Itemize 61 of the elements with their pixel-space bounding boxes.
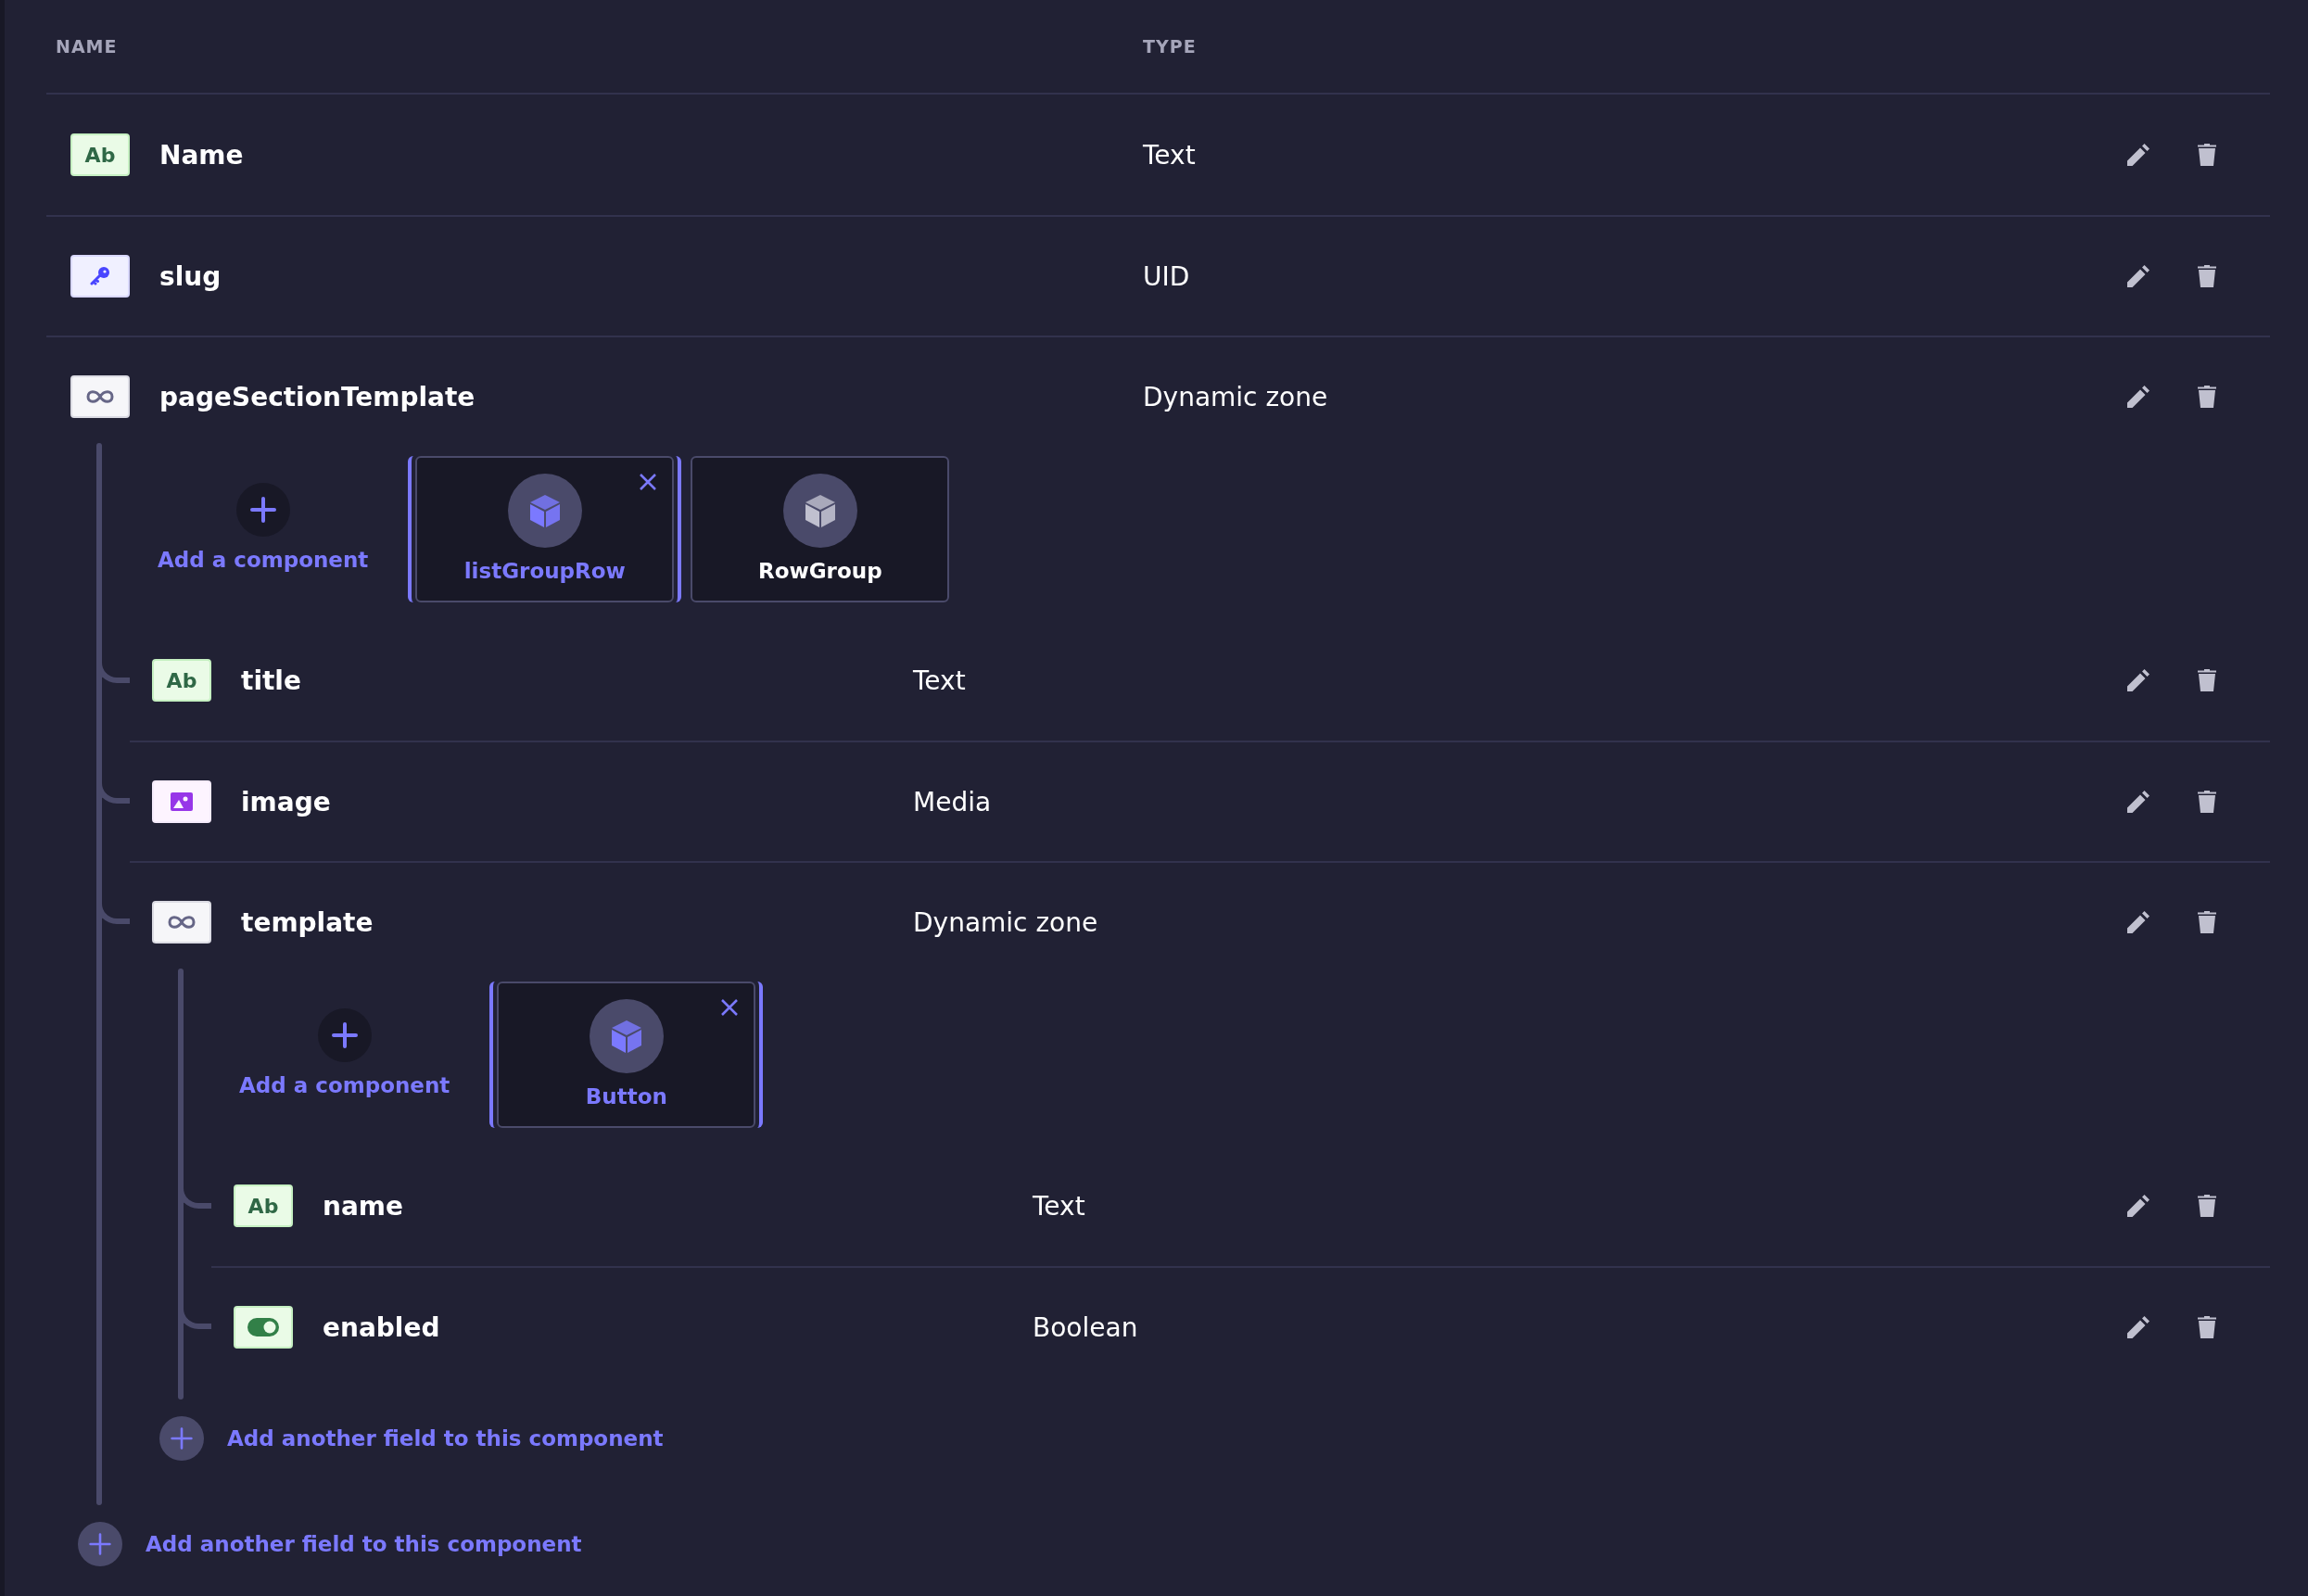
plus-icon	[170, 1426, 194, 1450]
trash-icon	[2198, 911, 2216, 933]
trash-icon	[2198, 386, 2216, 408]
close-icon[interactable]	[720, 998, 740, 1017]
column-header: NAME	[56, 36, 119, 57]
field-type: UID	[1143, 260, 1191, 292]
pencil-icon	[2127, 791, 2149, 813]
add-component-button[interactable]: Add a component	[239, 982, 450, 1097]
add-component-button[interactable]: Add a component	[158, 456, 369, 572]
edit-button[interactable]	[2125, 789, 2151, 815]
type-badge: Ab	[70, 133, 130, 176]
pencil-icon	[2127, 669, 2149, 691]
trash-icon	[2198, 669, 2216, 691]
edit-button[interactable]	[2125, 384, 2151, 410]
field-type: Text	[1143, 139, 1197, 171]
add-field-button[interactable]: Add another field to this component	[78, 1522, 582, 1566]
plus-icon	[88, 1532, 112, 1556]
field-type: Dynamic zone	[1143, 381, 1329, 412]
field-type: Media	[913, 786, 993, 817]
close-icon[interactable]	[639, 473, 658, 491]
field-name: pageSectionTemplate	[159, 381, 476, 412]
component-card[interactable]: listGroupRow	[415, 456, 675, 602]
plus-icon	[248, 496, 277, 524]
field-name: slug	[159, 260, 222, 292]
add-field-button[interactable]: Add another field to this component	[159, 1416, 664, 1461]
type-badge: Ab	[152, 659, 211, 702]
trash-icon	[2198, 265, 2216, 287]
type-badge: Ab	[234, 1184, 293, 1227]
component-card[interactable]: Button	[497, 982, 756, 1128]
edit-button[interactable]	[2125, 1193, 2151, 1219]
pencil-icon	[2127, 1195, 2149, 1217]
pencil-icon	[2127, 386, 2149, 408]
field-name: name	[323, 1190, 403, 1222]
field-type: Text	[913, 665, 967, 696]
pencil-icon	[2127, 1316, 2149, 1338]
component-card[interactable]: RowGroup	[691, 456, 950, 602]
trash-icon	[2198, 791, 2216, 813]
edit-button[interactable]	[2125, 142, 2151, 168]
plus-icon	[330, 1021, 359, 1049]
field-type: Dynamic zone	[913, 906, 1099, 938]
image-icon	[171, 792, 193, 811]
pencil-icon	[2127, 265, 2149, 287]
edit-button[interactable]	[2125, 263, 2151, 289]
field-type: Text	[1033, 1190, 1086, 1222]
field-type: Boolean	[1033, 1311, 1139, 1343]
field-name: template	[241, 906, 374, 938]
field-name: Name	[159, 139, 244, 171]
trash-icon	[2198, 144, 2216, 166]
edit-button[interactable]	[2125, 667, 2151, 693]
toggle-icon	[247, 1318, 279, 1336]
pencil-icon	[2127, 144, 2149, 166]
trash-icon	[2198, 1316, 2216, 1338]
trash-icon	[2198, 1195, 2216, 1217]
pencil-icon	[2127, 911, 2149, 933]
field-name: title	[241, 665, 301, 696]
key-icon	[90, 266, 110, 286]
column-header: TYPE	[1143, 36, 1197, 57]
edit-button[interactable]	[2125, 1314, 2151, 1340]
field-name: enabled	[323, 1311, 440, 1343]
field-name: image	[241, 786, 331, 817]
edit-button[interactable]	[2125, 909, 2151, 935]
